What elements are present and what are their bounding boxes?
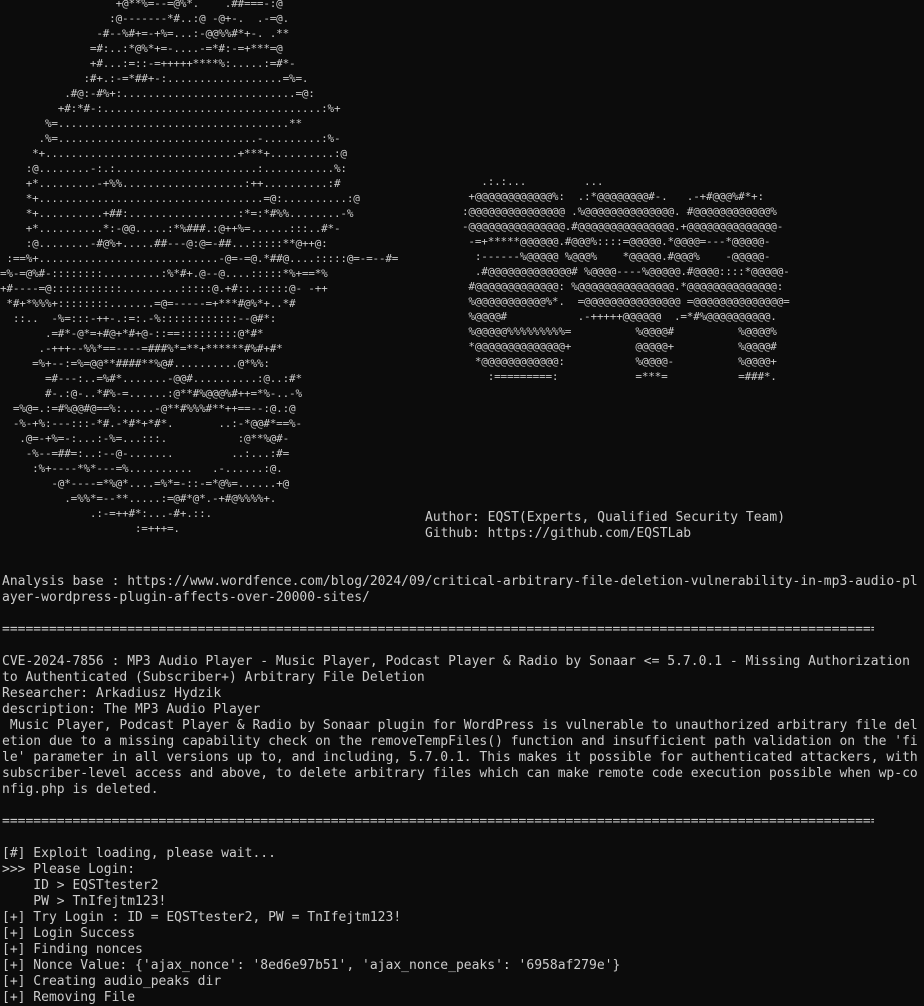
- log-line-id-input: ID > EQSTtester2: [2, 878, 159, 893]
- banner-github: Github: https://github.com/EQSTLab: [425, 526, 692, 541]
- terminal-window[interactable]: +@**%=--=@%*. .##===-:@ :@-------*#..:@ …: [0, 0, 924, 1006]
- vuln-researcher: Researcher: Arkadiusz Hydzik: [2, 686, 222, 701]
- separator-top: ========================================…: [2, 622, 874, 637]
- log-line-pw-input: PW > TnIfejtm123!: [2, 894, 167, 909]
- log-line: [+] Finding nonces: [2, 942, 143, 957]
- vuln-title: CVE-2024-7856 : MP3 Audio Player - Music…: [2, 654, 918, 685]
- log-line: >>> Please Login:: [2, 862, 136, 877]
- separator-bottom: ========================================…: [2, 814, 874, 829]
- log-line: [#] Exploit loading, please wait...: [2, 846, 276, 861]
- log-line: [+] Nonce Value: {'ajax_nonce': '8ed6e97…: [2, 958, 621, 973]
- log-line: [+] Removing File: [2, 990, 136, 1005]
- analysis-base: Analysis base : https://www.wordfence.co…: [2, 574, 918, 605]
- log-line: [+] Try Login : ID = EQSTtester2, PW = T…: [2, 910, 402, 925]
- banner-ascii-logo-right: .:.:... ... +@@@@@@@@@@@@%: .:*@@@@@@@@#…: [462, 175, 790, 383]
- log-line: [+] Creating audio_peaks dir: [2, 974, 222, 989]
- vuln-description-label: description: The MP3 Audio Player: [2, 702, 261, 717]
- banner-author: Author: EQST(Experts, Qualified Security…: [425, 510, 786, 525]
- log-line: [+] Login Success: [2, 926, 136, 941]
- vuln-description-body: Music Player, Podcast Player & Radio by …: [2, 718, 918, 797]
- banner-ascii-logo-left: +@**%=--=@%*. .##===-:@ :@-------*#..:@ …: [0, 0, 399, 535]
